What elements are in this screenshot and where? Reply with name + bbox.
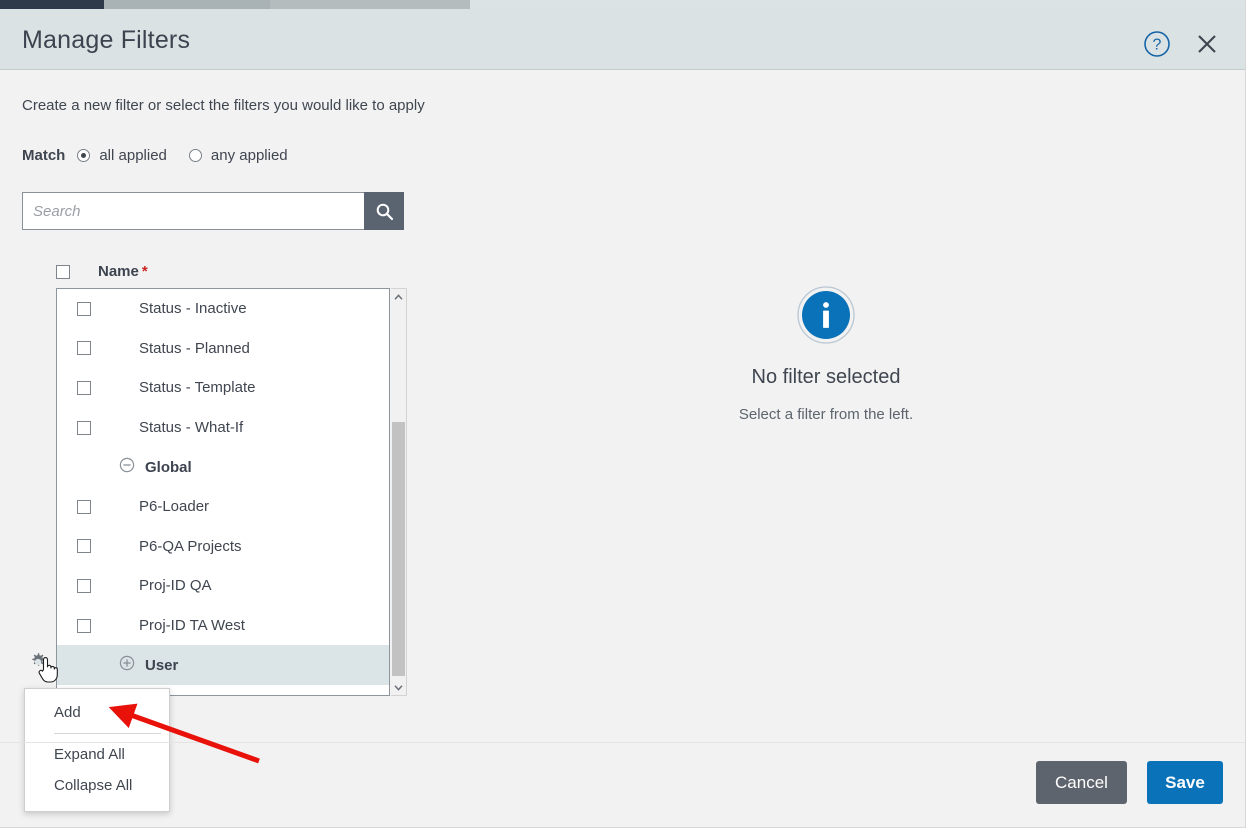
cancel-button[interactable]: Cancel (1036, 761, 1127, 804)
dialog-header: Manage Filters ? (0, 9, 1246, 70)
chevron-down-icon[interactable] (391, 679, 406, 695)
row-checkbox[interactable] (77, 539, 91, 554)
radio-all-applied-label: all applied (99, 147, 167, 164)
page-title: Manage Filters (22, 26, 191, 54)
radio-any-applied[interactable]: any applied (188, 147, 288, 164)
match-mode-group: Match all applied any applied (22, 147, 310, 164)
list-item-label: P6-Loader (139, 498, 210, 516)
scrollbar-thumb[interactable] (392, 422, 405, 676)
radio-any-applied-dot[interactable] (188, 149, 202, 162)
list-item-label: Status - Planned (139, 339, 250, 357)
row-checkbox[interactable] (77, 341, 91, 356)
info-circle-icon (797, 286, 855, 344)
background-tab-strip (0, 0, 1246, 9)
list-group-label: Global (145, 458, 192, 476)
list-item[interactable]: Status - Template (57, 368, 389, 408)
list-item[interactable]: Status - Planned (57, 329, 389, 369)
empty-state-title: No filter selected (751, 366, 901, 388)
list-item-label: Proj-ID TA West (139, 617, 245, 635)
filter-list[interactable]: Status - Inactive Status - Planned Statu… (56, 288, 390, 696)
list-group-global[interactable]: Global (57, 447, 389, 487)
column-header-name: Name * (98, 263, 148, 280)
filter-list-inner: Status - Inactive Status - Planned Statu… (57, 289, 389, 685)
list-group-user[interactable]: User (57, 645, 389, 685)
search-row (22, 192, 404, 230)
list-item[interactable]: Status - What-If (57, 408, 389, 448)
row-checkbox[interactable] (77, 578, 91, 593)
close-x-icon[interactable] (1192, 29, 1222, 59)
search-button[interactable] (364, 192, 404, 230)
gear-icon[interactable] (26, 650, 50, 674)
svg-text:?: ? (1153, 37, 1162, 54)
list-item-label: Proj-ID QA (139, 577, 212, 595)
row-checkbox[interactable] (77, 420, 91, 435)
list-item-label: P6-QA Projects (139, 537, 242, 555)
list-item[interactable]: Status - Inactive (57, 289, 389, 329)
menu-divider (54, 733, 161, 734)
list-item-label: Status - Template (139, 379, 256, 397)
row-checkbox[interactable] (77, 380, 91, 395)
required-marker: * (141, 263, 148, 280)
list-item-label: Status - Inactive (139, 300, 247, 318)
menu-item-add[interactable]: Add (25, 697, 169, 728)
save-button[interactable]: Save (1147, 761, 1223, 804)
match-label: Match (22, 147, 66, 164)
background-tab-1[interactable] (104, 0, 270, 9)
search-icon (376, 203, 393, 220)
help-circle-icon[interactable]: ? (1142, 29, 1172, 59)
list-item[interactable]: Proj-ID TA West (57, 606, 389, 646)
list-scrollbar[interactable] (391, 288, 407, 696)
radio-all-applied[interactable]: all applied (77, 147, 167, 164)
radio-all-applied-dot[interactable] (77, 149, 91, 162)
search-input[interactable] (22, 192, 364, 230)
empty-state-subtitle: Select a filter from the left. (738, 406, 914, 423)
list-header: Name * (56, 263, 148, 280)
menu-item-add-label: Add (54, 704, 81, 721)
list-item-label: Status - What-If (139, 419, 244, 437)
radio-any-applied-label: any applied (210, 147, 288, 164)
chevron-up-icon[interactable] (391, 289, 406, 305)
row-checkbox[interactable] (77, 499, 91, 514)
row-checkbox[interactable] (77, 301, 91, 316)
background-tab-active[interactable] (0, 0, 104, 9)
list-item[interactable]: Proj-ID QA (57, 566, 389, 606)
row-checkbox[interactable] (77, 618, 91, 633)
column-header-name-label: Name (98, 263, 139, 280)
list-group-label: User (145, 656, 179, 674)
empty-state-panel: No filter selected Select a filter from … (600, 286, 1052, 423)
select-all-checkbox[interactable] (56, 264, 70, 279)
list-item[interactable]: P6-Loader (57, 487, 389, 527)
intro-text: Create a new filter or select the filter… (22, 97, 425, 114)
background-tab-2[interactable] (270, 0, 470, 9)
list-item[interactable]: P6-QA Projects (57, 527, 389, 567)
circle-minus-icon[interactable] (119, 457, 135, 477)
circle-plus-icon[interactable] (119, 655, 135, 675)
